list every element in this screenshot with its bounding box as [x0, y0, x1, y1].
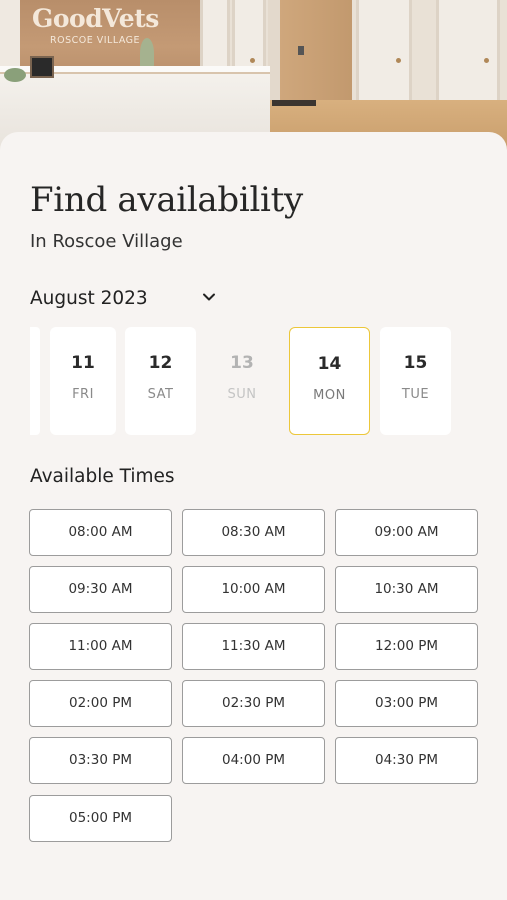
available-times-heading: Available Times: [30, 466, 175, 487]
date-card-14[interactable]: 14 MON: [289, 327, 370, 435]
time-slot-button[interactable]: 08:30 AM: [182, 509, 325, 556]
brand-logo-text: GoodVets: [32, 4, 159, 33]
date-day: 12: [148, 353, 173, 373]
plant: [140, 38, 154, 68]
date-weekday: TUE: [401, 387, 430, 402]
light-switch: [298, 46, 304, 55]
time-slot-button[interactable]: 11:30 AM: [182, 623, 325, 670]
availability-card: Find availability In Roscoe Village Augu…: [0, 132, 507, 900]
time-slot-button[interactable]: 09:00 AM: [335, 509, 478, 556]
location-subtitle: In Roscoe Village: [30, 231, 183, 252]
time-slot-button[interactable]: 02:30 PM: [182, 680, 325, 727]
date-card-partial[interactable]: [30, 327, 40, 435]
date-card-12[interactable]: 12 SAT: [125, 327, 196, 435]
clinic-hero-photo: GoodVets ROSCOE VILLAGE: [0, 0, 507, 150]
month-label: August 2023: [30, 288, 148, 309]
date-day: 15: [403, 353, 428, 373]
plant: [4, 68, 26, 82]
date-weekday: MON: [313, 388, 346, 403]
time-slot-button[interactable]: 02:00 PM: [29, 680, 172, 727]
door: [356, 0, 412, 110]
brand-location-text: ROSCOE VILLAGE: [50, 35, 141, 46]
date-day: 11: [71, 353, 95, 373]
time-slot-button[interactable]: 11:00 AM: [29, 623, 172, 670]
date-weekday: SUN: [227, 387, 257, 402]
door: [436, 0, 500, 110]
month-dropdown[interactable]: August 2023: [30, 284, 226, 314]
wood-panel: [280, 0, 352, 100]
date-day: 13: [230, 353, 254, 373]
time-slot-button[interactable]: 10:00 AM: [182, 566, 325, 613]
time-slot-button[interactable]: 04:30 PM: [335, 737, 478, 784]
time-slot-button[interactable]: 04:00 PM: [182, 737, 325, 784]
time-slot-button[interactable]: 05:00 PM: [29, 795, 172, 842]
time-slot-button[interactable]: 12:00 PM: [335, 623, 478, 670]
date-card-11[interactable]: 11 FRI: [50, 327, 116, 435]
chevron-down-icon: [203, 293, 215, 301]
time-slot-button[interactable]: 03:30 PM: [29, 737, 172, 784]
date-card-13: 13 SUN: [206, 327, 278, 435]
date-day: 14: [317, 354, 342, 374]
date-strip[interactable]: 11 FRI 12 SAT 13 SUN 14 MON 15 TUE: [0, 327, 507, 437]
floor-mat: [272, 100, 316, 106]
page-title: Find availability: [30, 180, 303, 220]
time-slot-button[interactable]: 08:00 AM: [29, 509, 172, 556]
date-weekday: FRI: [72, 387, 94, 402]
date-card-15[interactable]: 15 TUE: [380, 327, 451, 435]
time-slot-button[interactable]: 03:00 PM: [335, 680, 478, 727]
time-slot-button[interactable]: 09:30 AM: [29, 566, 172, 613]
time-slot-button[interactable]: 10:30 AM: [335, 566, 478, 613]
date-weekday: SAT: [147, 387, 174, 402]
chalkboard-sign: [30, 56, 54, 78]
